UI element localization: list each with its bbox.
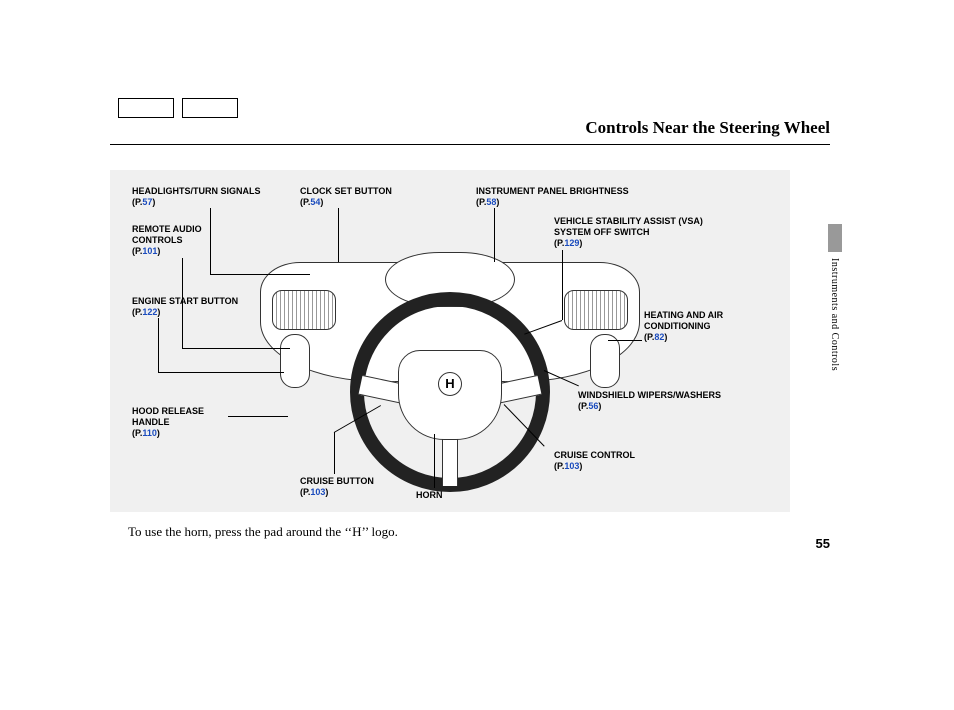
page-title: Controls Near the Steering Wheel	[585, 118, 830, 138]
label-headlights: HEADLIGHTS/TURN SIGNALS (P.57)	[132, 186, 261, 208]
label-cruise-button: CRUISE BUTTON (P.103)	[300, 476, 374, 498]
label-remote-audio: REMOTE AUDIO CONTROLS (P.101)	[132, 224, 242, 256]
label-vsa: VEHICLE STABILITY ASSIST (VSA) SYSTEM OF…	[554, 216, 724, 248]
title-rule	[110, 144, 830, 145]
section-label: Instruments and Controls	[829, 258, 840, 371]
diagram-panel: H HEADLIGHTS/TURN SIGNALS (P.57) REMOTE …	[110, 170, 790, 512]
label-engine-start: ENGINE START BUTTON (P.122)	[132, 296, 238, 318]
page-number: 55	[816, 536, 830, 551]
label-cruise-control: CRUISE CONTROL (P.103)	[554, 450, 635, 472]
label-wipers: WINDSHIELD WIPERS/WASHERS (P.56)	[578, 390, 721, 412]
label-panel-brightness: INSTRUMENT PANEL BRIGHTNESS (P.58)	[476, 186, 629, 208]
label-hood-release: HOOD RELEASE HANDLE (P.110)	[132, 406, 232, 438]
label-horn: HORN	[416, 490, 443, 501]
caption-text: To use the horn, press the pad around th…	[128, 524, 398, 540]
header-blank-boxes	[118, 98, 238, 118]
label-clock-set: CLOCK SET BUTTON (P.54)	[300, 186, 392, 208]
label-hvac: HEATING AND AIR CONDITIONING (P.82)	[644, 310, 764, 342]
section-tab	[828, 224, 842, 252]
h-logo-icon: H	[438, 372, 462, 396]
